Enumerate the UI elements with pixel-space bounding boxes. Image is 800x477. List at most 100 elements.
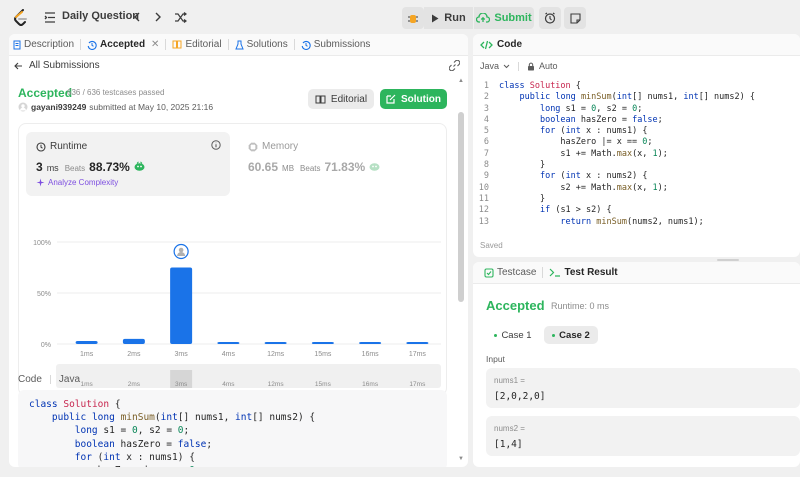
tab-test-result[interactable]: Test Result (545, 262, 621, 284)
avatar[interactable] (18, 102, 28, 112)
analyze-complexity-link[interactable]: Analyze Complexity (36, 178, 118, 187)
param-value: [1,4] (494, 439, 523, 450)
shuffle-icon[interactable] (173, 10, 187, 24)
submitted-code[interactable]: class Solution { public long minSum(int[… (18, 390, 447, 467)
prev-question-button[interactable] (131, 10, 143, 24)
line-number: 4 (483, 114, 489, 125)
chart-bar[interactable] (170, 267, 193, 345)
code-header-lang: Java (58, 374, 81, 385)
memory-unit: MB (282, 164, 295, 173)
input-param-nums1[interactable]: nums1 = [2,0,2,0] (486, 368, 800, 408)
resize-grip[interactable] (717, 259, 739, 261)
editor-line: 6 hasZero |= x == 0; (473, 137, 800, 148)
editor-line: 1 class Solution { (473, 81, 800, 92)
link-icon[interactable] (449, 60, 460, 71)
runtime-values: 3 ms Beats 88.73% (36, 160, 145, 174)
runtime-box[interactable]: Runtime 3 ms Beats 88.73% Analyze Comple… (26, 132, 230, 196)
code-tab-label: Code (497, 39, 522, 50)
tab-submissions[interactable]: Submissions (297, 34, 375, 56)
notes-icon[interactable] (564, 7, 586, 29)
editor-line: 5 for (int x : nums1) { (473, 126, 800, 137)
toolbar-divider (518, 61, 520, 71)
case-2-button[interactable]: Case 2 (544, 326, 598, 344)
line-text: s2 += Math.max(x, 1); (499, 182, 668, 193)
chart-bar[interactable] (406, 341, 429, 344)
chart-bar[interactable] (122, 338, 145, 344)
runtime-distribution-chart[interactable]: 100% 50% 0% 1ms 2ms 3ms 4ms 12ms 15ms 16ms 17ms 1ms… (19, 200, 448, 396)
scrollbar-thumb[interactable] (458, 112, 464, 302)
tab-testcase-label: Testcase (497, 267, 537, 278)
x-tick-label: 2ms (127, 351, 141, 358)
editor-line: 4 boolean hasZero = false; (473, 115, 800, 126)
line-number: 5 (483, 126, 489, 137)
timer-icon[interactable] (539, 7, 561, 29)
all-submissions-link[interactable]: All Submissions (14, 60, 100, 71)
editor-line: 7 s1 += Math.max(x, 1); (473, 149, 800, 160)
auto-mode-toggle[interactable]: Auto (527, 61, 558, 71)
chart-bar[interactable] (311, 341, 334, 344)
problem-list-icon[interactable] (44, 11, 56, 23)
tab-accepted[interactable]: Accepted ✕ (83, 34, 163, 56)
code-header-label: Code (18, 374, 42, 385)
close-tab-icon[interactable]: ✕ (151, 39, 159, 50)
chart-bar[interactable] (75, 340, 98, 344)
tab-description-label: Description (24, 39, 75, 50)
navigator-label: 2ms (128, 381, 141, 388)
input-param-nums2[interactable]: nums2 = [1,4] (486, 416, 800, 456)
line-number: 3 (483, 103, 489, 114)
leetcode-logo-icon[interactable] (11, 8, 31, 28)
code-editor[interactable]: 1 class Solution {2 public long minSum(in… (473, 81, 800, 233)
navigator-label: 17ms (409, 381, 426, 388)
navigator-label: 4ms (222, 381, 235, 388)
scroll-up-arrow-icon[interactable]: ▲ (458, 78, 464, 84)
memory-title: Memory (248, 141, 298, 152)
debug-button[interactable] (402, 7, 424, 29)
memory-values: 60.65 MB Beats 71.83% (248, 160, 380, 174)
chart-bar[interactable] (217, 341, 240, 344)
memory-box[interactable]: Memory 60.65 MB Beats 71.83% (238, 132, 438, 196)
tab-solutions[interactable]: Solutions (231, 34, 292, 56)
username[interactable]: gayani939249 (31, 102, 86, 112)
line-text: long s1 = 0, s2 = 0; (539, 103, 643, 114)
editor-toolbar: Java Auto (480, 61, 558, 71)
history-icon (87, 40, 97, 50)
chart-bar[interactable] (264, 341, 287, 344)
run-button[interactable]: Run (424, 7, 473, 29)
runtime-beats: 88.73% (89, 160, 130, 174)
submit-button[interactable]: Submit (474, 7, 534, 29)
tab-testcase[interactable]: Testcase (480, 262, 540, 284)
chevron-down-icon (503, 64, 510, 69)
code-tab[interactable]: Code (473, 34, 800, 56)
line-number: 2 (483, 92, 489, 103)
top-bar: Daily Question Run Submit (0, 0, 800, 34)
next-question-button[interactable] (152, 10, 164, 24)
case-2-label: Case 2 (559, 329, 590, 341)
result-status: Accepted (486, 298, 545, 313)
case-1-button[interactable]: Case 1 (488, 326, 538, 344)
tab-editorial[interactable]: Editorial (168, 34, 225, 56)
x-tick-label: 15ms (314, 351, 332, 358)
navigator-label: 12ms (268, 381, 285, 388)
tab-description[interactable]: Description (9, 34, 78, 56)
line-text: if (s1 > s2) { (539, 205, 612, 216)
code-icon (480, 40, 493, 50)
line-number: 7 (483, 148, 489, 159)
chart-navigator[interactable] (56, 364, 441, 388)
tab-divider (293, 39, 295, 50)
case-1-label: Case 1 (501, 329, 532, 341)
saved-status: Saved (480, 241, 503, 250)
daily-question-label[interactable]: Daily Question (62, 10, 139, 22)
info-icon[interactable] (211, 140, 221, 150)
language-select[interactable]: Java (480, 61, 510, 71)
editorial-button[interactable]: Editorial (308, 89, 374, 109)
tab-accepted-label: Accepted (100, 39, 146, 50)
param-value: [2,0,2,0] (494, 391, 546, 402)
submission-panel: Description Accepted ✕ Editorial Solutio… (9, 34, 468, 467)
scroll-down-arrow-icon[interactable]: ▼ (458, 456, 464, 462)
leetcode-mascot-icon (369, 161, 380, 171)
tab-divider (165, 39, 167, 50)
param-name: nums2 = (494, 424, 525, 433)
editor-line: 8 } (473, 160, 800, 171)
chart-bar[interactable] (359, 341, 382, 344)
solution-button[interactable]: Solution (380, 89, 447, 109)
